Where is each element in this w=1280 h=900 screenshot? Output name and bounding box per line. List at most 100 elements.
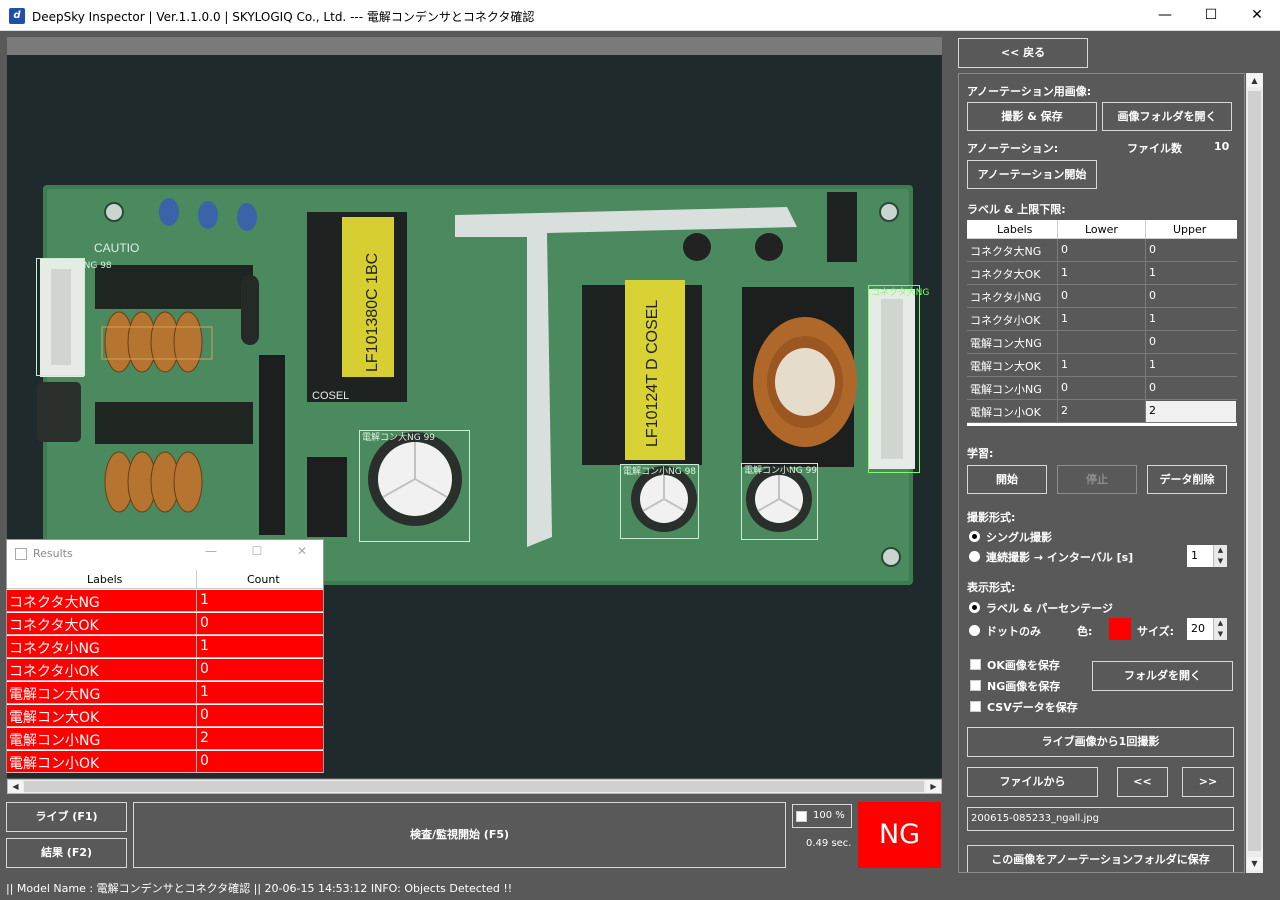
annotation-section: アノーテーション:: [967, 142, 1059, 155]
interval-stepper[interactable]: 1 ▲ ▼: [1187, 545, 1227, 567]
table-row[interactable]: コネクタ小OK 1 1: [967, 308, 1237, 331]
capture-from-live-button[interactable]: ライブ画像から1回撮影: [967, 727, 1234, 757]
verdict-badge: NG: [858, 802, 941, 868]
file-count-value: 10: [1214, 140, 1230, 153]
dot-only-label: ドットのみ: [986, 625, 1041, 638]
minimize-button[interactable]: —: [1142, 0, 1188, 31]
learning-stop-button[interactable]: 停止: [1057, 465, 1137, 494]
size-stepper[interactable]: 20 ▲ ▼: [1187, 618, 1227, 640]
zoom-checkbox[interactable]: [796, 811, 807, 822]
results-maximize-button[interactable]: ☐: [247, 544, 267, 558]
table-row[interactable]: 電解コン大OK 1 1: [967, 354, 1237, 377]
table-row[interactable]: 電解コン小OK 2 2: [967, 400, 1237, 423]
maximize-button[interactable]: ☐: [1188, 0, 1234, 31]
color-label: 色:: [1077, 625, 1093, 638]
label-limits-section: ラベル & 上限下限:: [967, 203, 1066, 216]
scroll-thumb[interactable]: [24, 781, 924, 792]
table-header: Labels Lower Upper: [967, 220, 1237, 239]
scroll-thumb[interactable]: [1248, 91, 1261, 851]
table-row[interactable]: 電解コン小NG 0 0: [967, 377, 1237, 400]
detection-label: コネクタ大NG: [871, 288, 930, 298]
stepper-down-icon[interactable]: ▼: [1213, 556, 1227, 567]
scroll-right-icon[interactable]: ▶: [926, 780, 941, 793]
continuous-capture-radio[interactable]: [969, 551, 980, 562]
learning-section: 学習:: [967, 447, 994, 460]
results-minimize-button[interactable]: —: [201, 544, 221, 558]
size-label: サイズ:: [1137, 625, 1175, 638]
detection-label: 電解コン小NG 99: [744, 466, 818, 476]
results-title: Results: [33, 547, 73, 560]
label-percentage-radio[interactable]: [969, 602, 980, 613]
horizontal-scrollbar[interactable]: ◀ ▶: [7, 779, 942, 794]
single-capture-label: シングル撮影: [986, 531, 1052, 544]
annotation-image-section: アノーテーション用画像:: [967, 85, 1092, 98]
vertical-scrollbar[interactable]: ▲ ▼: [1246, 73, 1263, 873]
scroll-up-icon[interactable]: ▲: [1247, 74, 1262, 87]
settings-panel: アノーテーション用画像: 撮影 & 保存 画像フォルダを開く アノーテーション:…: [958, 73, 1245, 873]
table-row[interactable]: 電解コン大NG 0: [967, 331, 1237, 354]
back-button[interactable]: << 戻る: [958, 38, 1088, 68]
close-button[interactable]: ✕: [1234, 0, 1280, 31]
delete-data-button[interactable]: データ削除: [1147, 465, 1227, 494]
table-row: コネクタ小NG 1: [7, 636, 323, 658]
results-table-header: Labels Count: [7, 570, 323, 589]
zoom-toggle[interactable]: 100 %: [792, 804, 852, 828]
learning-start-button[interactable]: 開始: [967, 465, 1047, 494]
result-button[interactable]: 結果 (F2): [6, 838, 127, 868]
transformer-left-text: LF101380C 1BC: [364, 253, 381, 372]
transformer-middle-text: LF10124T D COSEL: [644, 300, 661, 447]
table-row[interactable]: コネクタ大OK 1 1: [967, 262, 1237, 285]
header-labels: Labels: [87, 573, 123, 586]
window-title: DeepSky Inspector | Ver.1.1.0.0 | SKYLOG…: [32, 10, 535, 24]
table-row[interactable]: コネクタ小NG 0 0: [967, 285, 1237, 308]
label-limits-table[interactable]: Labels Lower Upper コネクタ大NG 0 0 コネクタ大OK 1 1 コ…: [967, 220, 1237, 426]
header-upper: Upper: [1173, 223, 1207, 236]
table-row: 電解コン小OK 0: [7, 751, 323, 773]
results-close-button[interactable]: ✕: [292, 544, 312, 558]
scroll-down-icon[interactable]: ▼: [1247, 857, 1262, 870]
label-percentage-label: ラベル & パーセンテージ: [986, 602, 1114, 615]
table-row: 電解コン大NG 1: [7, 682, 323, 704]
save-to-annotation-button[interactable]: この画像をアノーテーションフォルダに保存: [967, 845, 1234, 872]
next-image-button[interactable]: >>: [1182, 767, 1234, 797]
stepper-down-icon[interactable]: ▼: [1213, 629, 1227, 640]
stepper-up-icon[interactable]: ▲: [1213, 545, 1227, 556]
detection-label: コネクタ小NG 98: [39, 261, 112, 271]
live-button[interactable]: ライブ (F1): [6, 802, 127, 832]
file-count-label: ファイル数: [1127, 142, 1182, 155]
upper-edit-cell[interactable]: [1146, 401, 1236, 422]
color-swatch[interactable]: [1109, 618, 1131, 640]
table-row: 電解コン大OK 0: [7, 705, 323, 727]
table-row: コネクタ小OK 0: [7, 659, 323, 681]
results-window-icon: [15, 548, 27, 560]
header-count: Count: [247, 573, 280, 586]
open-folder-button[interactable]: フォルダを開く: [1092, 661, 1233, 691]
pcb-brand-text: COSEL: [312, 390, 349, 402]
prev-image-button[interactable]: <<: [1117, 767, 1168, 797]
detection-box: コネクタ大NG: [868, 285, 929, 473]
detection-box: 電解コン小NG 99: [741, 463, 818, 540]
title-bar: d DeepSky Inspector | Ver.1.1.0.0 | SKYL…: [0, 0, 1280, 31]
table-row[interactable]: コネクタ大NG 0 0: [967, 239, 1237, 262]
open-image-folder-button[interactable]: 画像フォルダを開く: [1102, 102, 1232, 131]
filename-field[interactable]: 200615-085233_ngall.jpg: [967, 807, 1234, 831]
from-file-button[interactable]: ファイルから: [967, 767, 1098, 797]
start-annotation-button[interactable]: アノーテーション開始: [967, 160, 1097, 189]
stepper-up-icon[interactable]: ▲: [1213, 618, 1227, 629]
save-ng-checkbox[interactable]: [970, 680, 981, 691]
status-bar: || Model Name : 電解コンデンサとコネクタ確認 || 20-06-…: [0, 878, 1280, 900]
save-csv-checkbox[interactable]: [970, 701, 981, 712]
dot-only-radio[interactable]: [969, 625, 980, 636]
inspect-start-button[interactable]: 検査/監視開始 (F5): [133, 802, 786, 868]
pcb-caution-text: CAUTIO: [94, 241, 139, 255]
detection-box: 電解コン小NG 98: [620, 464, 699, 539]
zoom-label: 100 %: [813, 810, 845, 821]
save-ok-checkbox[interactable]: [970, 659, 981, 670]
single-capture-radio[interactable]: [969, 531, 980, 542]
header-labels: Labels: [997, 223, 1033, 236]
capture-save-button[interactable]: 撮影 & 保存: [967, 102, 1097, 131]
scroll-left-icon[interactable]: ◀: [8, 780, 23, 793]
elapsed-time: 0.49 sec.: [806, 838, 852, 849]
continuous-capture-label: 連続撮影 → インターバル [s]: [986, 551, 1134, 564]
detection-box: コネクタ小NG 98: [36, 258, 112, 376]
